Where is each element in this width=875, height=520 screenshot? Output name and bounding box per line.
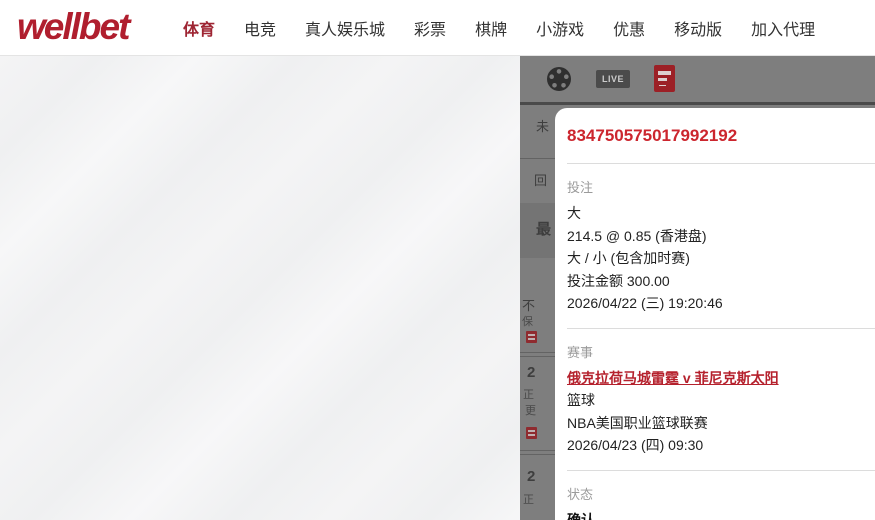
bet-odds-line: 214.5 @ 0.85 (香港盘) xyxy=(567,227,707,244)
bet-detail-popup: 834750575017992192 投注 大 214.5 @ 0.85 (香港… xyxy=(555,108,875,520)
status-section: 状态 确认 xyxy=(555,471,875,520)
soccer-ball-icon[interactable] xyxy=(546,66,572,92)
top-header: wellbet 体育 电竞 真人娱乐城 彩票 棋牌 小游戏 优惠 移动版 加入代… xyxy=(0,0,875,56)
dimmed-divider xyxy=(520,450,555,451)
match-link[interactable]: 俄克拉荷马城雷霆 v 菲尼克斯太阳 xyxy=(567,367,779,390)
nav-item-join-agent[interactable]: 加入代理 xyxy=(751,16,815,40)
status-value: 确认 xyxy=(567,511,595,520)
dimmed-list-text: 更 xyxy=(525,405,536,417)
dimmed-bet-icon xyxy=(526,331,537,343)
bet-selection: 大 xyxy=(567,205,581,221)
brand-logo[interactable]: wellbet xyxy=(17,6,130,48)
nav-item-promotions[interactable]: 优惠 xyxy=(613,16,645,40)
dimmed-list-text: 保 xyxy=(522,316,533,328)
match-start-time: 2026/04/23 (四) 09:30 xyxy=(567,437,704,453)
dimmed-divider xyxy=(520,158,555,159)
dimmed-divider xyxy=(520,454,555,455)
dimmed-list-text: 最 xyxy=(536,221,552,238)
nav-item-lottery[interactable]: 彩票 xyxy=(414,16,446,40)
nav-item-mobile-version[interactable]: 移动版 xyxy=(674,16,722,40)
main-nav: 体育 电竞 真人娱乐城 彩票 棋牌 小游戏 优惠 移动版 加入代理 xyxy=(183,0,815,55)
dimmed-list-text: 不 xyxy=(522,298,536,313)
sports-panel-dimmed: LIVE 未 回 最 不 保 2 正 更 2 正 834750575017992… xyxy=(520,55,875,520)
match-league: NBA美国职业篮球联赛 xyxy=(567,414,708,431)
dimmed-list-text: 回 xyxy=(534,173,548,188)
bet-market: 大 / 小 (包含加时赛) xyxy=(567,250,690,266)
dimmed-list-text: 未 xyxy=(536,119,550,134)
dimmed-list-text: 2 xyxy=(527,468,536,485)
dimmed-list-text: 正 xyxy=(523,389,534,401)
nav-item-card-games[interactable]: 棋牌 xyxy=(475,16,507,40)
nav-item-mini-games[interactable]: 小游戏 xyxy=(536,16,584,40)
dimmed-list-text: 正 xyxy=(523,494,534,506)
match-sport: 篮球 xyxy=(567,392,595,408)
match-section-label: 赛事 xyxy=(567,344,594,360)
page: wellbet 体育 电竞 真人娱乐城 彩票 棋牌 小游戏 优惠 移动版 加入代… xyxy=(0,0,875,520)
background-stripes xyxy=(0,56,520,520)
bet-placed-time: 2026/04/22 (三) 19:20:46 xyxy=(567,295,723,311)
dimmed-divider xyxy=(520,352,555,353)
live-badge[interactable]: LIVE xyxy=(596,69,631,88)
dimmed-bet-icon xyxy=(526,427,537,439)
nav-item-sports[interactable]: 体育 xyxy=(183,16,215,40)
nav-item-esports[interactable]: 电竞 xyxy=(244,16,276,40)
sports-toolbar: LIVE xyxy=(520,55,875,105)
bet-section-label: 投注 xyxy=(567,180,594,195)
bet-list-icon[interactable] xyxy=(654,65,676,92)
dimmed-list-text: 2 xyxy=(527,364,536,381)
match-section: 赛事 俄克拉荷马城雷霆 v 菲尼克斯太阳 篮球 NBA美国职业篮球联赛 2026… xyxy=(555,329,875,470)
nav-item-live-casino[interactable]: 真人娱乐城 xyxy=(305,16,385,40)
bet-stake: 投注金额 300.00 xyxy=(567,272,670,289)
bet-id: 834750575017992192 xyxy=(567,126,738,145)
dimmed-divider xyxy=(520,356,555,357)
bet-section: 投注 大 214.5 @ 0.85 (香港盘) 大 / 小 (包含加时赛) 投注… xyxy=(555,164,875,328)
status-section-label: 状态 xyxy=(567,486,594,502)
